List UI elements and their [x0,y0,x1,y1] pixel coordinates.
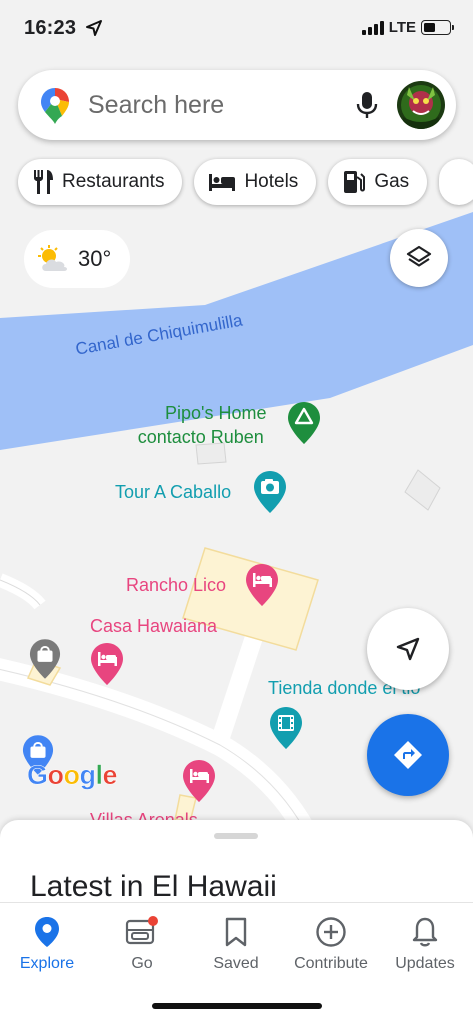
bookmark-icon [225,917,247,947]
poi-label-rancho-lico[interactable]: Rancho Lico [126,575,226,596]
location-arrow-icon [86,20,102,36]
nav-label: Updates [395,955,455,972]
film-pin-icon[interactable] [269,706,303,750]
layers-button[interactable] [390,229,448,287]
map-pin-icon [35,917,59,947]
battery-icon [421,20,454,35]
nav-label: Contribute [294,955,368,972]
directions-button[interactable] [367,714,449,796]
camera-pin-icon[interactable] [253,470,287,514]
bell-icon [412,917,438,947]
poi-label-line: contacto Ruben [137,427,264,447]
directions-icon [394,741,422,769]
nav-updates[interactable]: Updates [377,915,473,973]
microphone-icon[interactable] [350,88,384,122]
layers-icon [406,245,432,267]
campground-pin-icon[interactable] [287,401,321,445]
navigation-arrow-icon [396,637,420,661]
signal-bars-icon [361,20,384,35]
sheet-drag-handle[interactable] [214,833,258,839]
hotel-pin-icon[interactable] [90,642,124,686]
chip-gas[interactable]: Gas [328,159,428,205]
chip-restaurants[interactable]: Restaurants [18,159,183,205]
hotel-pin-icon[interactable] [245,563,279,607]
chip-hotels[interactable]: Hotels [194,159,317,205]
nav-label: Saved [213,955,259,972]
fork-knife-icon [34,170,53,194]
nav-contribute[interactable]: Contribute [283,915,379,973]
search-input[interactable]: Search here [88,91,224,120]
nav-go[interactable]: Go [94,915,190,973]
status-indicators: LTE [361,19,454,36]
category-chips: Restaurants Hotels Gas [18,159,473,205]
google-logo: Google [27,760,118,791]
weather-temperature: 30° [78,246,112,271]
bed-icon [209,174,236,191]
home-indicator [152,1003,322,1009]
avatar-image [397,81,445,129]
chip-label: Gas [374,171,410,192]
chip-label: Hotels [244,171,299,192]
car-icon [125,916,158,945]
nav-saved[interactable]: Saved [188,915,284,973]
search-bar[interactable]: Search here [18,70,456,140]
google-maps-logo-icon [41,88,69,124]
my-location-button[interactable] [367,608,449,690]
nav-label: Go [131,955,153,972]
network-type: LTE [388,19,416,36]
nav-explore[interactable]: Explore [0,915,95,973]
poi-label-pipos-home[interactable]: Pipo's Home contacto Ruben [135,401,267,449]
partly-cloudy-icon [38,245,67,271]
hotel-pin-icon[interactable] [182,759,216,803]
sheet-title: Latest in El Hawaii [30,870,277,903]
plus-circle-icon [316,917,346,947]
shopping-pin-icon[interactable] [29,638,61,680]
gas-pump-icon [344,171,366,193]
profile-avatar[interactable] [397,81,445,129]
weather-badge[interactable]: 30° [24,230,130,288]
poi-label-casa-hawaiana[interactable]: Casa Hawaiana [90,616,217,637]
nav-label: Explore [19,955,75,972]
status-bar: 16:23 LTE [0,0,473,56]
chip-more[interactable] [439,159,473,205]
poi-label-tour[interactable]: Tour A Caballo [115,482,231,503]
chip-label: Restaurants [62,171,165,192]
status-time: 16:23 [24,17,77,39]
poi-label-line: Pipo's Home [165,403,267,423]
